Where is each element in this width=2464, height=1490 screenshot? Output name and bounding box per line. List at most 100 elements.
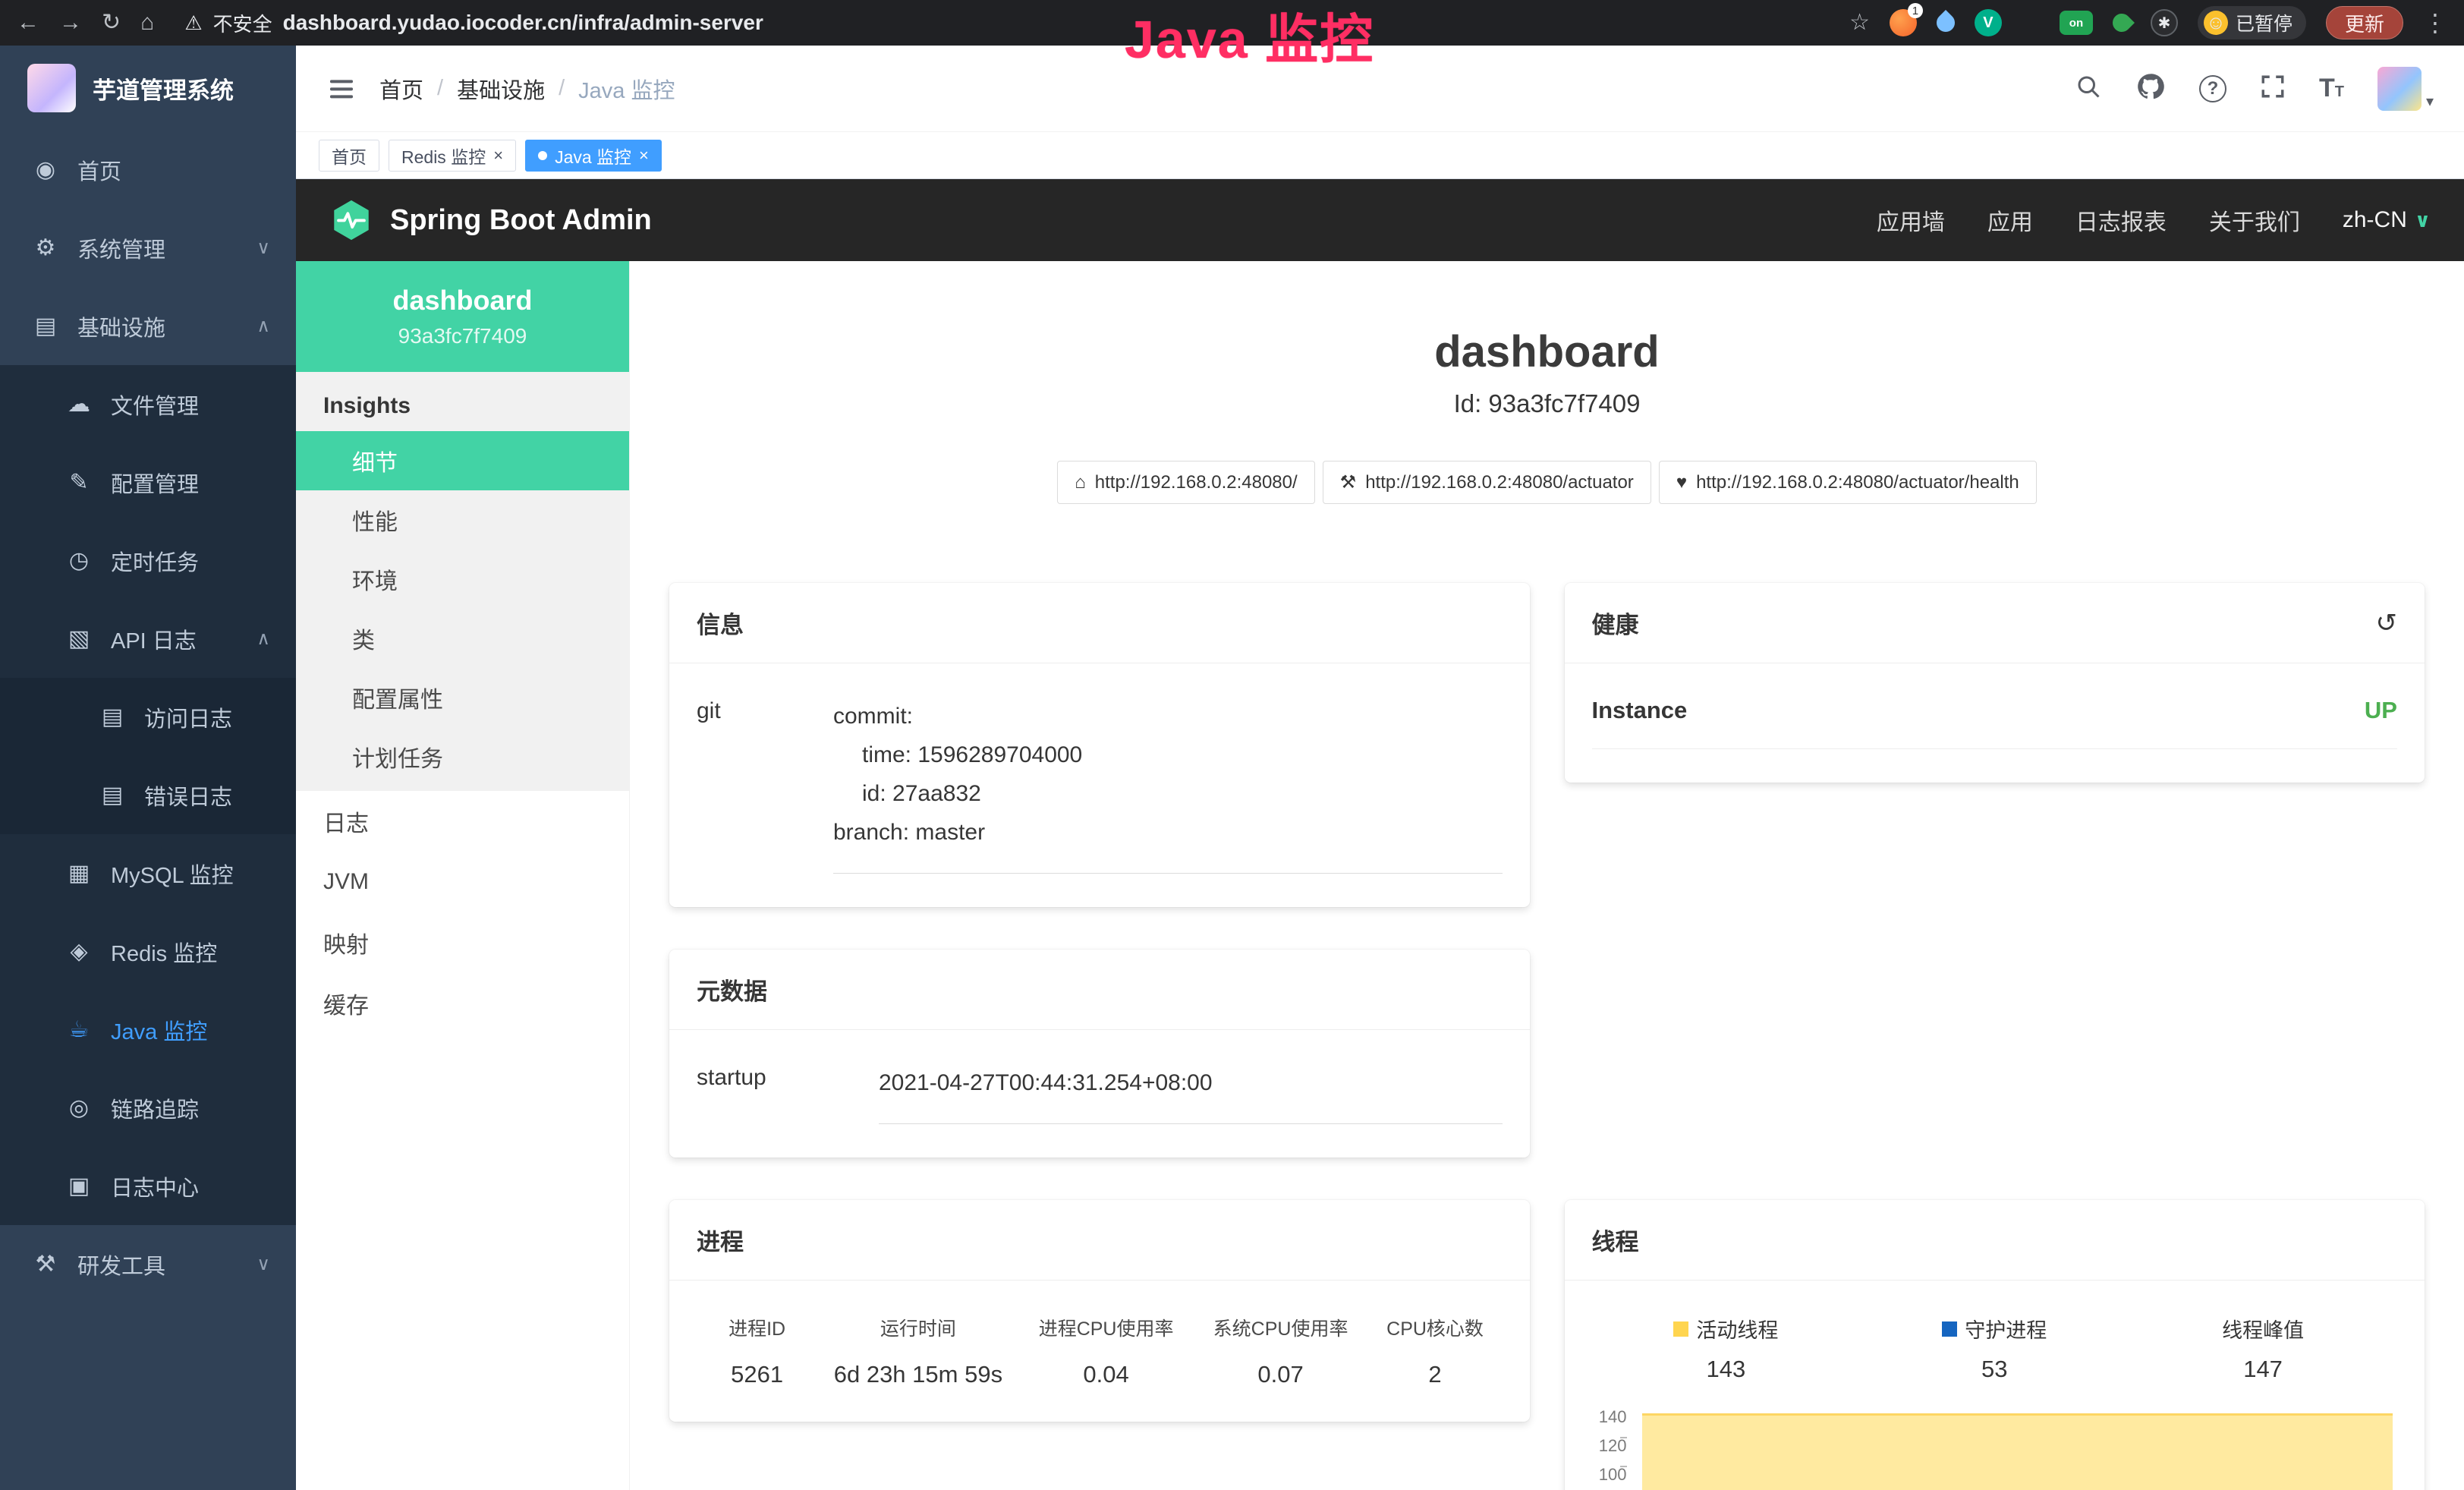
tab-redis-monitor[interactable]: Redis 监控 × xyxy=(389,140,516,172)
instance-nav-classes[interactable]: 类 xyxy=(296,609,629,668)
sidebar-item-mysql-monitor[interactable]: MySQL 监控 xyxy=(0,834,296,912)
github-icon[interactable] xyxy=(2135,71,2166,106)
sidebar-item-trace[interactable]: 链路追踪 xyxy=(0,1069,296,1147)
instance-url-link[interactable]: http://192.168.0.2:48080/ xyxy=(1057,461,1314,504)
extension-drop-icon[interactable] xyxy=(1932,9,1959,36)
app-logo[interactable]: 芋道管理系统 xyxy=(0,46,296,131)
extension-switch-icon[interactable]: on xyxy=(2060,11,2093,35)
extension-fox-icon[interactable]: 1 xyxy=(1890,9,1917,36)
sidebar-item-label: 访问日志 xyxy=(144,701,232,733)
legend-peak-threads: 线程峰值 147 xyxy=(2129,1314,2397,1383)
health-card: 健康 Instance UP xyxy=(1565,583,2425,783)
status-badge: UP xyxy=(2365,697,2397,724)
trace-eye-icon xyxy=(65,1095,93,1121)
sidebar-item-access-logs[interactable]: 访问日志 xyxy=(0,678,296,756)
sidebar-item-file-management[interactable]: 文件管理 xyxy=(0,365,296,443)
tab-java-monitor[interactable]: Java 监控 × xyxy=(525,140,662,172)
insights-group: Insights 细节 性能 环境 类 配置属性 计划任务 xyxy=(296,372,629,791)
tab-label: Redis 监控 xyxy=(401,143,486,169)
browser-menu-icon[interactable] xyxy=(2423,11,2447,35)
history-icon[interactable] xyxy=(2376,608,2398,638)
sidebar-item-java-monitor[interactable]: Java 监控 xyxy=(0,991,296,1069)
instance-nav-environment[interactable]: 环境 xyxy=(296,550,629,609)
threads-legend: 活动线程 143 守护进程 53 xyxy=(1592,1314,2398,1383)
fullscreen-icon[interactable] xyxy=(2260,74,2286,103)
chevron-up-icon xyxy=(256,315,270,337)
screen: 不安全 dashboard.yudao.iocoder.cn/infra/adm… xyxy=(0,0,2464,1490)
user-avatar[interactable] xyxy=(2377,67,2434,111)
instance-nav-scheduled-tasks[interactable]: 计划任务 xyxy=(296,727,629,786)
spring-boot-admin-navbar: Spring Boot Admin 应用墙 应用 日志报表 关于我们 zh-CN xyxy=(296,179,2464,261)
instance-nav-details[interactable]: 细节 xyxy=(296,431,629,490)
chevron-up-icon xyxy=(256,628,270,650)
actuator-url-link[interactable]: http://192.168.0.2:48080/actuator xyxy=(1323,461,1651,504)
close-icon[interactable]: × xyxy=(639,147,649,164)
sidebar-item-label: API 日志 xyxy=(111,623,197,655)
sba-nav-applications[interactable]: 应用 xyxy=(1987,203,2033,237)
sba-nav-journal[interactable]: 日志报表 xyxy=(2075,203,2167,237)
sidebar-item-redis-monitor[interactable]: Redis 监控 xyxy=(0,912,296,991)
instance-nav-jvm[interactable]: JVM xyxy=(296,852,629,912)
extension-plugin-icon[interactable] xyxy=(2151,9,2178,36)
sba-brand-label: Spring Boot Admin xyxy=(390,204,652,237)
profile-chip[interactable]: 已暂停 xyxy=(2198,6,2306,39)
tab-home[interactable]: 首页 xyxy=(319,140,379,172)
health-url-link[interactable]: http://192.168.0.2:48080/actuator/health xyxy=(1659,461,2037,504)
sidebar-item-log-center[interactable]: 日志中心 xyxy=(0,1147,296,1225)
update-button[interactable]: 更新 xyxy=(2326,6,2403,39)
help-icon[interactable]: ? xyxy=(2199,75,2226,102)
instance-header[interactable]: dashboard 93a3fc7f7409 xyxy=(296,261,629,372)
sidebar-item-dev-tools[interactable]: 研发工具 xyxy=(0,1225,296,1303)
chevron-down-icon xyxy=(256,1253,270,1275)
instance-sidebar: dashboard 93a3fc7f7409 Insights 细节 性能 环境… xyxy=(296,261,630,1490)
sidebar-item-error-logs[interactable]: 错误日志 xyxy=(0,756,296,834)
extension-leaf-icon[interactable] xyxy=(2108,9,2135,36)
cloud-upload-icon xyxy=(65,391,93,417)
instance-nav-config-props[interactable]: 配置属性 xyxy=(296,668,629,727)
sidebar-toggle-icon[interactable] xyxy=(326,74,357,104)
tab-label: Java 监控 xyxy=(555,143,631,169)
sba-nav-wallboard[interactable]: 应用墙 xyxy=(1877,203,1945,237)
access-log-icon xyxy=(99,704,126,730)
breadcrumb-infrastructure[interactable]: 基础设施 xyxy=(457,73,545,105)
redis-icon xyxy=(65,938,93,965)
reload-icon[interactable] xyxy=(102,11,121,34)
card-title: 信息 xyxy=(697,606,744,640)
instance-nav-logs[interactable]: 日志 xyxy=(296,791,629,852)
column-header: 系统CPU使用率 xyxy=(1194,1314,1368,1341)
legend-swatch xyxy=(1673,1321,1688,1337)
clock-icon xyxy=(65,547,93,574)
sidebar-item-config-management[interactable]: 配置管理 xyxy=(0,443,296,521)
gear-icon xyxy=(32,235,59,261)
font-size-icon[interactable]: TT xyxy=(2319,74,2344,103)
mysql-icon xyxy=(65,860,93,887)
chevron-down-icon xyxy=(2415,209,2431,232)
breadcrumb-home[interactable]: 首页 xyxy=(379,73,423,105)
security-warning-icon[interactable] xyxy=(184,11,202,35)
sba-nav-links: 应用墙 应用 日志报表 关于我们 zh-CN xyxy=(1877,203,2431,237)
sidebar-item-scheduled-tasks[interactable]: 定时任务 xyxy=(0,521,296,600)
sba-brand[interactable]: Spring Boot Admin xyxy=(329,198,652,242)
back-icon[interactable] xyxy=(17,11,39,34)
sidebar-item-home[interactable]: 首页 xyxy=(0,131,296,209)
health-row[interactable]: Instance UP xyxy=(1592,697,2398,749)
search-icon[interactable] xyxy=(2075,73,2102,104)
language-selector[interactable]: zh-CN xyxy=(2343,207,2431,233)
sba-nav-about[interactable]: 关于我们 xyxy=(2209,203,2300,237)
extension-grid-icon[interactable] xyxy=(2017,9,2044,36)
instance-nav-performance[interactable]: 性能 xyxy=(296,490,629,550)
browser-home-icon[interactable] xyxy=(140,11,154,34)
close-icon[interactable]: × xyxy=(493,147,503,164)
sidebar-item-label: 研发工具 xyxy=(77,1249,165,1281)
instance-nav-mappings[interactable]: 映射 xyxy=(296,912,629,973)
sidebar-item-api-logs[interactable]: API 日志 xyxy=(0,600,296,678)
instance-nav-caches[interactable]: 缓存 xyxy=(296,973,629,1034)
address-bar[interactable]: 不安全 dashboard.yudao.iocoder.cn/infra/adm… xyxy=(174,9,1830,37)
cards-grid: 信息 git commit: time: 1596289704000 id: 2… xyxy=(669,583,2425,1490)
sidebar-item-system-management[interactable]: 系统管理 xyxy=(0,209,296,287)
bookmark-star-icon[interactable] xyxy=(1849,11,1870,34)
sidebar-item-infrastructure[interactable]: 基础设施 xyxy=(0,287,296,365)
extension-v-icon[interactable] xyxy=(1975,9,2002,36)
forward-icon[interactable] xyxy=(59,11,82,34)
profile-avatar-icon xyxy=(2204,11,2228,35)
